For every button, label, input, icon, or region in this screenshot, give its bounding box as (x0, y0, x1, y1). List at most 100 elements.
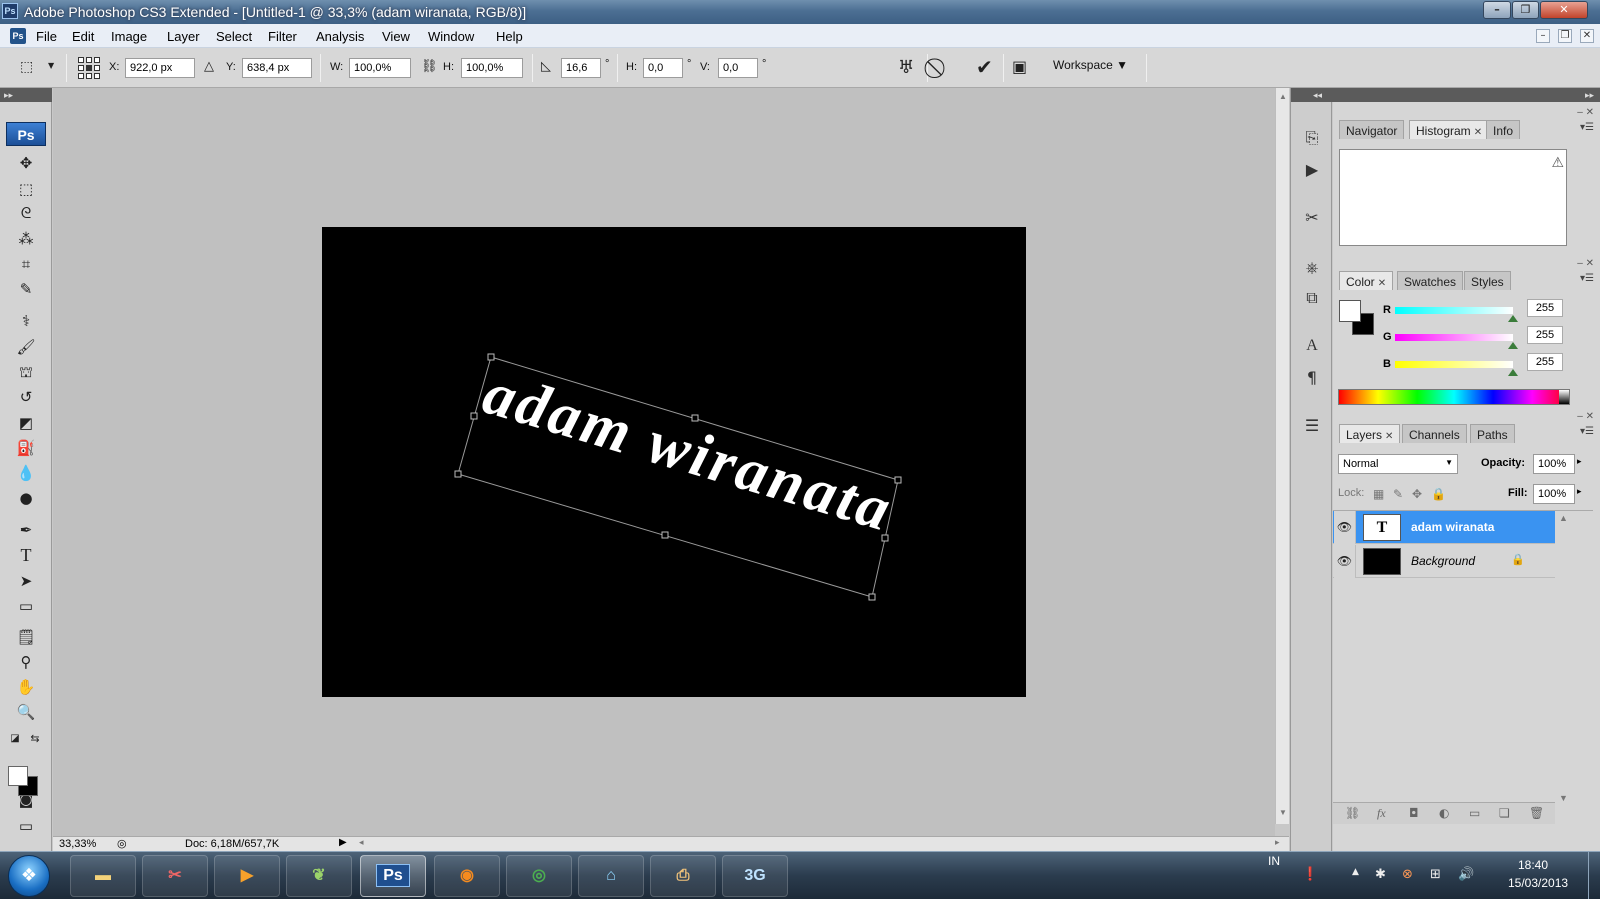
taskbar-media-button[interactable]: ▶ (214, 855, 280, 897)
blue-slider-thumb[interactable] (1508, 369, 1518, 376)
character-panel-icon[interactable]: A (1300, 334, 1324, 358)
hand-tool-icon[interactable]: ✋ (14, 676, 38, 698)
warp-icon[interactable]: ♅ (898, 57, 914, 78)
history-brush-icon[interactable]: ↺ (14, 386, 38, 408)
opacity-field[interactable]: 100% (1533, 454, 1575, 474)
show-desktop-button[interactable] (1588, 852, 1600, 899)
tray-security-icon[interactable]: ⊗ (1402, 867, 1413, 882)
tab-paths[interactable]: Paths (1470, 424, 1515, 443)
red-slider-thumb[interactable] (1508, 315, 1518, 322)
transform-handle[interactable] (894, 476, 902, 484)
layer-name[interactable]: adam wiranata (1411, 520, 1494, 534)
menu-image[interactable]: Image (111, 29, 147, 44)
layer-mask-icon[interactable]: ◘ (1409, 806, 1419, 820)
tab-navigator[interactable]: Navigator (1339, 120, 1405, 139)
commit-transform-icon[interactable]: ✔ (976, 55, 993, 79)
zoom-tool-icon[interactable]: 🔍 (14, 701, 38, 723)
marquee-tool-icon[interactable]: ⬚ (14, 178, 38, 200)
start-button[interactable]: ❖ (8, 855, 50, 897)
tab-histogram[interactable]: Histogram ✕ (1409, 120, 1490, 139)
visibility-eye-icon[interactable]: 👁 (1334, 545, 1356, 578)
workspace-button[interactable]: Workspace ▼ (1053, 58, 1128, 72)
layer-name[interactable]: Background (1411, 554, 1475, 568)
menu-analysis[interactable]: Analysis (316, 29, 364, 44)
paragraph-panel-icon[interactable]: ¶ (1300, 366, 1324, 390)
color-spectrum-ramp[interactable] (1338, 389, 1570, 405)
x-field[interactable]: 922,0 px (125, 58, 195, 78)
healing-brush-icon[interactable]: ⚕ (14, 310, 38, 332)
tab-styles[interactable]: Styles (1464, 271, 1511, 290)
delta-icon[interactable]: △ (204, 59, 214, 74)
tools-grip[interactable]: ▸▸ (0, 88, 52, 102)
layer-style-icon[interactable]: fx (1377, 806, 1386, 821)
layer-row[interactable]: 👁 Background 🔒 (1333, 545, 1555, 578)
color-foreground-swatch[interactable] (1339, 300, 1361, 322)
swap-colors-icon[interactable]: ⇆ (28, 728, 42, 750)
clock-date[interactable]: 15/03/2013 (1508, 876, 1568, 890)
clone-source-icon[interactable]: ⧉ (1300, 286, 1324, 310)
skew-v-field[interactable]: 0,0 (718, 58, 758, 78)
new-layer-icon[interactable]: ❏ (1499, 806, 1510, 820)
panel-menu-icon[interactable]: ▾☰ (1580, 122, 1594, 133)
document-canvas[interactable]: adam wiranata (322, 227, 1026, 697)
layers-scroll-up-icon[interactable]: ▲ (1559, 513, 1568, 523)
paint-bucket-icon[interactable]: ⛽ (14, 437, 38, 459)
screen-mode-icon[interactable]: ▭ (14, 815, 38, 837)
action-center-alert-icon[interactable]: ❗ (1302, 867, 1318, 882)
red-value-field[interactable]: 255 (1527, 299, 1563, 317)
layers-scroll-down-icon[interactable]: ▼ (1559, 793, 1568, 803)
angle-field[interactable]: 16,6 (561, 58, 601, 78)
menu-file[interactable]: File (36, 29, 57, 44)
eraser-tool-icon[interactable]: ◩ (14, 412, 38, 434)
transform-handle[interactable] (868, 593, 876, 601)
lock-position-icon[interactable]: ✥ (1412, 487, 1422, 501)
lasso-tool-icon[interactable]: ᘓ (14, 202, 38, 224)
new-group-icon[interactable]: ▭ (1469, 806, 1480, 820)
dock-grip[interactable]: ▸▸ (1333, 88, 1600, 102)
lock-all-icon[interactable]: 🔒 (1431, 487, 1446, 501)
transform-handle[interactable] (487, 353, 495, 361)
y-field[interactable]: 638,4 px (242, 58, 312, 78)
document-icon[interactable]: Ps (10, 28, 26, 44)
height-field[interactable]: 100,0% (461, 58, 523, 78)
dodge-tool-icon[interactable]: ● (14, 487, 38, 509)
close-tab-icon[interactable]: ✕ (1474, 127, 1482, 138)
rotated-text-layer[interactable]: adam wiranata (476, 359, 901, 545)
green-slider-thumb[interactable] (1508, 342, 1518, 349)
network-icon[interactable]: ⊞ (1430, 867, 1441, 882)
taskbar-3g-button[interactable]: 3G (722, 855, 788, 897)
language-indicator[interactable]: IN (1268, 852, 1280, 868)
tab-info[interactable]: Info (1486, 120, 1521, 139)
doc-close-icon[interactable]: ✕ (1580, 29, 1594, 43)
menu-edit[interactable]: Edit (72, 29, 94, 44)
menu-filter[interactable]: Filter (268, 29, 297, 44)
close-tab-icon[interactable]: ✕ (1378, 278, 1386, 289)
status-menu-arrow-icon[interactable]: ▶ (339, 837, 347, 848)
clone-stamp-icon[interactable]: ⛫ (14, 361, 38, 383)
taskbar-hp-button[interactable]: ⌂ (578, 855, 644, 897)
transform-handle[interactable] (881, 534, 889, 542)
strip-grip[interactable]: ◂◂ (1291, 88, 1333, 102)
taskbar-chrome-button[interactable]: ◎ (506, 855, 572, 897)
close-tab-icon[interactable]: ✕ (1385, 431, 1393, 442)
scroll-right-icon[interactable]: ▸ (1275, 837, 1280, 848)
path-selection-icon[interactable]: ➤ (14, 570, 38, 592)
taskbar-printer-button[interactable]: ⎙ (650, 855, 716, 897)
clock-time[interactable]: 18:40 (1518, 858, 1548, 872)
link-layers-icon[interactable]: ⛓ (1345, 806, 1360, 820)
foreground-color-swatch[interactable] (8, 766, 28, 786)
menu-help[interactable]: Help (496, 29, 523, 44)
layer-comps-icon[interactable]: ☰ (1300, 414, 1324, 438)
eyedropper-tool-icon[interactable]: ⚲ (14, 651, 38, 673)
tool-presets-icon[interactable]: ✂ (1300, 206, 1324, 230)
transform-handle[interactable] (691, 414, 699, 422)
menu-layer[interactable]: Layer (167, 29, 200, 44)
menu-select[interactable]: Select (216, 29, 252, 44)
adjustment-layer-icon[interactable]: ◐ (1439, 806, 1449, 820)
delete-layer-icon[interactable]: 🗑 (1529, 806, 1544, 820)
visibility-eye-icon[interactable]: 👁 (1334, 511, 1356, 544)
minimize-button[interactable]: – (1483, 1, 1511, 19)
taskbar-snipping-button[interactable]: ✂ (142, 855, 208, 897)
chevron-down-icon[interactable]: ▼ (48, 61, 54, 70)
skew-h-field[interactable]: 0,0 (643, 58, 683, 78)
